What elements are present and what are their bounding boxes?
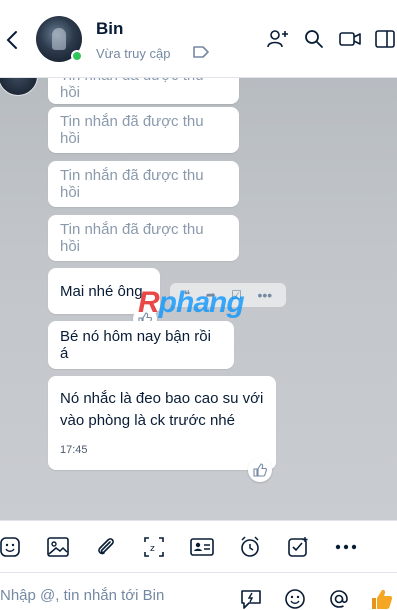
- contact-status: Vừa truy cập: [96, 46, 171, 61]
- search-icon[interactable]: [303, 28, 325, 50]
- message-input[interactable]: [0, 583, 225, 607]
- message-bubble[interactable]: Bé nó hôm nay bận rồi á: [48, 321, 234, 369]
- add-friend-icon[interactable]: [267, 28, 289, 50]
- sticker-icon[interactable]: [0, 535, 22, 559]
- video-call-icon[interactable]: [339, 28, 361, 50]
- online-indicator: [71, 50, 83, 62]
- watermark-logo: Rphang: [138, 286, 245, 319]
- message-time: 17:45: [60, 444, 88, 456]
- task-icon[interactable]: [286, 535, 310, 559]
- quick-message-icon[interactable]: [239, 587, 263, 610]
- message-text: Nó nhắc là đeo bao cao su với: [60, 390, 264, 407]
- message-text: Tin nhắn đã được thu hồi: [60, 221, 204, 255]
- image-icon[interactable]: [46, 535, 70, 559]
- like-reaction-icon[interactable]: [248, 458, 272, 482]
- contact-card-icon[interactable]: [190, 535, 214, 559]
- message-bubble-recalled[interactable]: Tin nhắn đã được thu hồi: [48, 161, 239, 207]
- message-bubble-recalled[interactable]: Tin nhắn đã được thu hồi: [48, 78, 239, 104]
- message-text: Mai nhé ông: [60, 282, 143, 300]
- chat-header: Bin Vừa truy cập: [0, 0, 397, 78]
- message-text: Tin nhắn đã được thu hồi: [60, 78, 204, 101]
- like-send-icon[interactable]: [370, 587, 394, 610]
- screenshot-icon[interactable]: z: [142, 535, 166, 559]
- message-list[interactable]: Tin nhắn đã được thu hồi Tin nhắn đã đượ…: [0, 78, 397, 520]
- composer-toolbar: z: [0, 520, 397, 572]
- message-bubble[interactable]: Nó nhắc là đeo bao cao su với vào phòng …: [48, 376, 276, 470]
- emoji-icon[interactable]: [283, 587, 307, 610]
- label-tag-icon[interactable]: [192, 45, 210, 64]
- message-text: Tin nhắn đã được thu hồi: [60, 167, 204, 201]
- message-text: Tin nhắn đã được thu hồi: [60, 113, 204, 147]
- contact-name[interactable]: Bin: [96, 19, 123, 39]
- message-text: Bé nó hôm nay bận rồi á: [60, 328, 211, 362]
- sender-avatar[interactable]: [0, 78, 38, 96]
- message-text: vào phòng là ck trước nhé: [60, 412, 235, 429]
- composer-input-row: [0, 572, 397, 610]
- mention-icon[interactable]: [327, 587, 351, 610]
- back-icon[interactable]: [2, 27, 22, 53]
- more-icon[interactable]: •••: [257, 287, 272, 303]
- more-options-icon[interactable]: [334, 535, 358, 559]
- message-bubble-recalled[interactable]: Tin nhắn đã được thu hồi: [48, 215, 239, 261]
- message-bubble-recalled[interactable]: Tin nhắn đã được thu hồi: [48, 107, 239, 153]
- svg-text:z: z: [150, 544, 155, 554]
- attachment-icon[interactable]: [94, 535, 118, 559]
- reminder-clock-icon[interactable]: [238, 535, 262, 559]
- sidebar-toggle-icon[interactable]: [374, 28, 396, 50]
